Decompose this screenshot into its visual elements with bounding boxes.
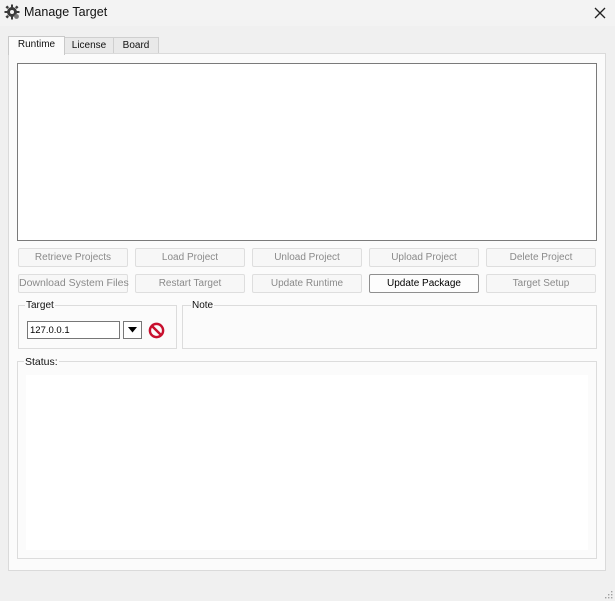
gear-icon	[4, 4, 20, 20]
note-group: Note	[182, 300, 597, 349]
delete-project-button[interactable]: Delete Project	[486, 248, 596, 267]
restart-target-button[interactable]: Restart Target	[135, 274, 245, 293]
tab-license[interactable]: License	[63, 37, 115, 54]
retrieve-projects-button[interactable]: Retrieve Projects	[18, 248, 128, 267]
unload-project-button[interactable]: Unload Project	[252, 248, 362, 267]
note-group-label: Note	[191, 300, 215, 311]
update-runtime-button[interactable]: Update Runtime	[252, 274, 362, 293]
status-group-label: Status:	[24, 356, 59, 368]
status-text-area[interactable]	[26, 375, 588, 550]
project-list[interactable]	[17, 63, 597, 241]
no-entry-icon[interactable]	[148, 322, 165, 339]
tab-board[interactable]: Board	[113, 37, 159, 54]
load-project-button[interactable]: Load Project	[135, 248, 245, 267]
tab-runtime[interactable]: Runtime	[8, 36, 65, 55]
target-dropdown-button[interactable]	[123, 321, 142, 339]
close-icon	[594, 7, 606, 19]
upload-project-button[interactable]: Upload Project	[369, 248, 479, 267]
resize-grip-icon[interactable]	[603, 589, 613, 599]
title-bar: Manage Target	[0, 0, 615, 26]
target-address-input[interactable]	[27, 321, 120, 339]
close-button[interactable]	[585, 0, 615, 26]
update-package-button[interactable]: Update Package	[369, 274, 479, 293]
target-setup-button[interactable]: Target Setup	[486, 274, 596, 293]
download-system-files-button[interactable]: Download System Files	[18, 274, 129, 293]
chevron-down-icon	[128, 327, 137, 333]
target-group-label: Target	[25, 300, 55, 311]
window-title: Manage Target	[24, 5, 108, 19]
